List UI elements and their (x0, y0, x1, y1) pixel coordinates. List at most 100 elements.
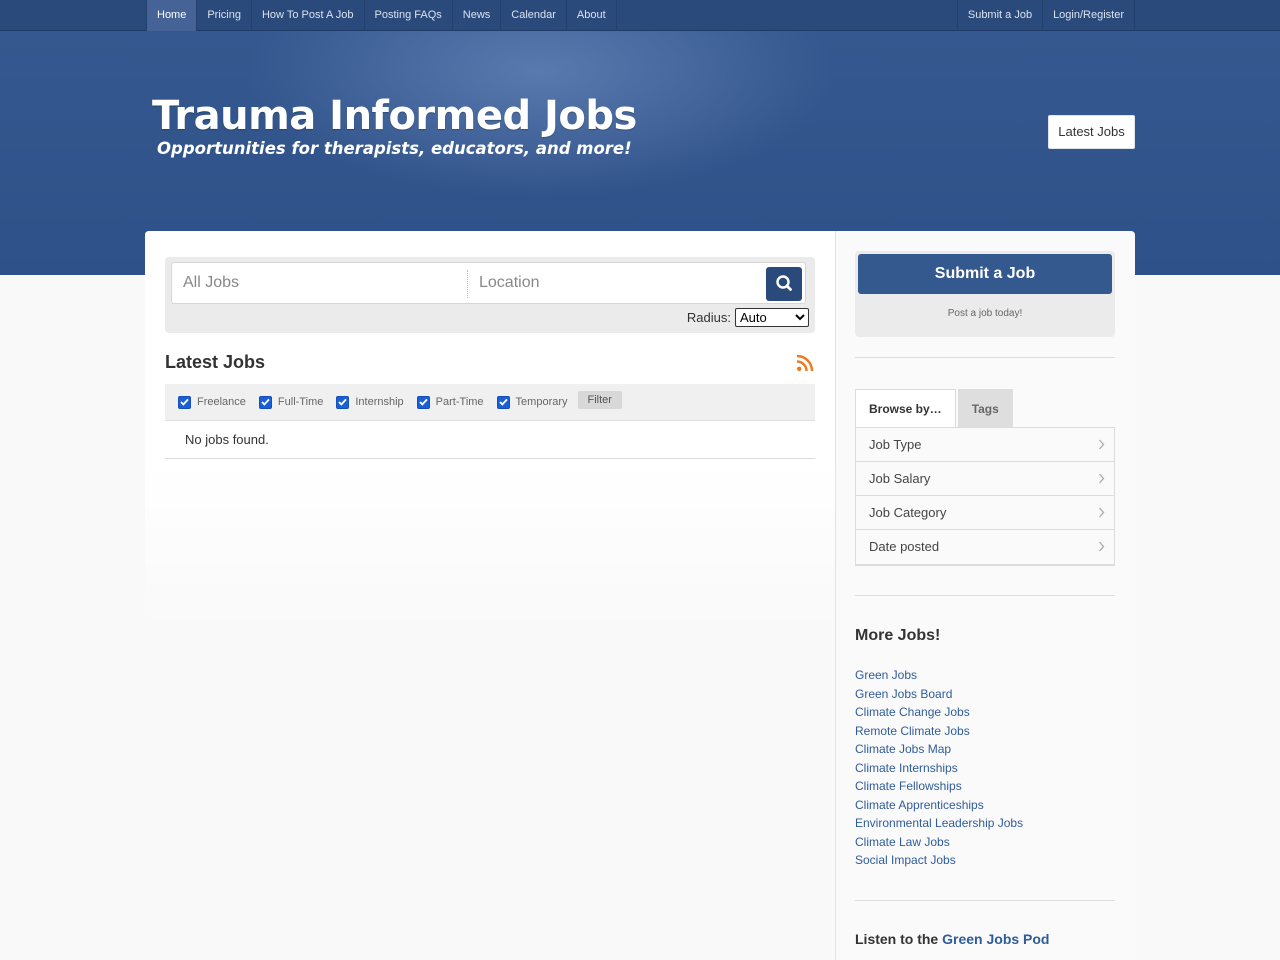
nav-submit-job[interactable]: Submit a Job (956, 0, 1044, 31)
main-column: Radius: Auto Latest Jobs Freelance (145, 231, 835, 960)
checkbox-temporary[interactable] (496, 395, 510, 409)
latest-jobs-heading: Latest Jobs (165, 352, 266, 372)
checkmark-icon (419, 398, 428, 406)
list-item: Social Impact Jobs (855, 851, 1023, 870)
location-input[interactable] (468, 263, 764, 303)
browse-item-label: Job Salary (869, 471, 931, 486)
chevron-right-icon (1099, 473, 1105, 484)
filter-freelance[interactable]: Freelance (178, 395, 246, 409)
chevron-right-icon (1099, 507, 1105, 518)
checkbox-internship[interactable] (336, 395, 350, 409)
submit-job-subtext: Post a job today! (947, 308, 1023, 319)
browse-item-job-salary[interactable]: Job Salary (856, 462, 1114, 496)
chevron-right-icon (1099, 439, 1105, 450)
radius-label: Radius: (686, 310, 731, 325)
sidebar-divider (835, 231, 836, 960)
nav-posting-faqs[interactable]: Posting FAQs (365, 0, 453, 31)
browse-item-job-type[interactable]: Job Type (856, 428, 1114, 462)
account-nav: Submit a Job Login/Register (956, 0, 1135, 31)
latest-jobs-button[interactable]: Latest Jobs (1048, 115, 1135, 149)
more-jobs-link[interactable]: Climate Fellowships (855, 779, 962, 793)
submit-job-widget: Submit a Job Post a job today! (855, 251, 1115, 337)
nav-how-to-post[interactable]: How To Post A Job (252, 0, 365, 31)
primary-nav: Home Pricing How To Post A Job Posting F… (146, 0, 617, 31)
divider (165, 458, 815, 459)
more-jobs-link[interactable]: Remote Climate Jobs (855, 724, 970, 738)
more-jobs-heading: More Jobs! (855, 627, 941, 644)
filter-label: Internship (355, 396, 404, 408)
podcast-link[interactable]: Green Jobs Pod (942, 931, 1049, 947)
more-jobs-links: Green Jobs Green Jobs Board Climate Chan… (855, 666, 1023, 870)
filter-temporary[interactable]: Temporary (496, 395, 568, 409)
content-container: Radius: Auto Latest Jobs Freelance (145, 231, 1135, 960)
more-jobs-link[interactable]: Climate Law Jobs (855, 835, 950, 849)
chevron-right-icon (1099, 541, 1105, 552)
list-item: Climate Change Jobs (855, 703, 1023, 722)
nav-news[interactable]: News (453, 0, 502, 31)
logo-title: Trauma Informed Jobs (152, 93, 637, 139)
more-jobs-link[interactable]: Green Jobs (855, 668, 917, 682)
list-item: Green Jobs (855, 666, 1023, 685)
browse-item-label: Date posted (869, 539, 940, 554)
browse-tabs: Browse by… Tags (855, 389, 1015, 427)
search-field-group (171, 262, 806, 304)
filter-label: Temporary (515, 396, 568, 408)
checkmark-icon (498, 398, 508, 406)
list-item: Climate Internships (855, 759, 1023, 778)
nav-calendar[interactable]: Calendar (501, 0, 567, 31)
nav-about[interactable]: About (567, 0, 617, 31)
divider (855, 357, 1115, 358)
filter-label: Part-Time (435, 396, 484, 408)
checkmark-icon (180, 398, 189, 406)
more-jobs-link[interactable]: Climate Apprenticeships (855, 798, 984, 812)
list-item: Remote Climate Jobs (855, 722, 1023, 741)
keywords-input[interactable] (172, 263, 466, 303)
search-icon (776, 275, 792, 291)
checkbox-full-time[interactable] (258, 395, 272, 409)
more-jobs-link[interactable]: Climate Jobs Map (855, 742, 951, 756)
more-jobs-link[interactable]: Climate Internships (855, 761, 958, 775)
checkbox-freelance[interactable] (178, 395, 191, 409)
tab-browse-by[interactable]: Browse by… (855, 389, 956, 427)
job-type-filters: Freelance Full-Time Internship Part-Time (165, 384, 815, 421)
rss-icon[interactable] (796, 354, 814, 372)
radius-select[interactable]: Auto (735, 308, 809, 327)
browse-item-label: Job Category (869, 505, 947, 520)
filter-full-time[interactable]: Full-Time (258, 395, 323, 409)
more-jobs-link[interactable]: Climate Change Jobs (855, 705, 970, 719)
nav-home[interactable]: Home (146, 0, 198, 31)
top-nav-bar: Home Pricing How To Post A Job Posting F… (0, 0, 1280, 31)
job-search-form: Radius: Auto (165, 257, 815, 333)
nav-pricing[interactable]: Pricing (197, 0, 252, 31)
list-item: Climate Fellowships (855, 777, 1023, 796)
site-logo[interactable]: Trauma Informed Jobs Opportunities for t… (152, 93, 637, 159)
browse-list: Job Type Job Salary Job Category Date po… (855, 427, 1115, 566)
more-jobs-link[interactable]: Social Impact Jobs (855, 853, 956, 867)
list-item: Climate Apprenticeships (855, 796, 1023, 815)
more-jobs-link[interactable]: Environmental Leadership Jobs (855, 816, 1023, 830)
nav-login-register[interactable]: Login/Register (1043, 0, 1135, 31)
browse-item-date-posted[interactable]: Date posted (856, 530, 1114, 564)
submit-job-button[interactable]: Submit a Job (858, 254, 1112, 294)
browse-item-label: Job Type (869, 437, 922, 452)
divider (855, 900, 1115, 901)
filter-button[interactable]: Filter (577, 390, 622, 409)
checkmark-icon (338, 398, 348, 406)
filter-internship[interactable]: Internship (336, 395, 404, 409)
filter-part-time[interactable]: Part-Time (416, 395, 484, 409)
tab-tags[interactable]: Tags (957, 389, 1013, 427)
browse-item-job-category[interactable]: Job Category (856, 496, 1114, 530)
list-item: Climate Law Jobs (855, 833, 1023, 852)
radius-row: Radius: Auto (687, 308, 809, 327)
podcast-promo: Listen to the Green Jobs Pod (855, 931, 1049, 947)
list-item: Environmental Leadership Jobs (855, 814, 1023, 833)
more-jobs-link[interactable]: Green Jobs Board (855, 687, 952, 701)
filter-label: Freelance (197, 396, 246, 408)
logo-tagline: Opportunities for therapists, educators,… (157, 139, 632, 158)
list-item: Climate Jobs Map (855, 740, 1023, 759)
search-button[interactable] (766, 267, 802, 301)
podcast-prefix: Listen to the (855, 931, 939, 947)
no-jobs-message: No jobs found. (185, 432, 269, 447)
checkbox-part-time[interactable] (416, 395, 430, 409)
checkmark-icon (261, 398, 270, 406)
